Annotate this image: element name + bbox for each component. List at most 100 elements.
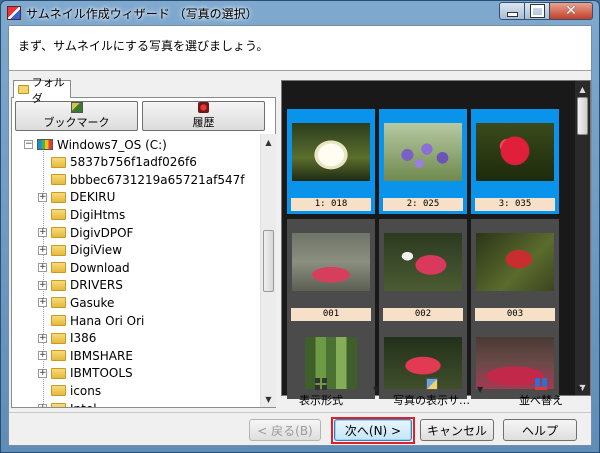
- cancel-button[interactable]: キャンセル: [420, 419, 494, 441]
- tree-item-label: 5837b756f1adf026f6: [70, 155, 197, 170]
- folder-icon: [51, 174, 66, 186]
- folder-icon: [51, 332, 66, 344]
- wizard-window: サムネイル作成ウィザード （写真の選択） ✕ まず、サムネイルにする写真を選びま…: [0, 0, 600, 453]
- tree-item-folder[interactable]: Hana Ori Ori: [38, 312, 144, 329]
- tree-item-folder[interactable]: + I386: [38, 330, 96, 347]
- tree-item-label: Intel: [70, 402, 97, 408]
- display-format-label: 表示形式: [299, 394, 343, 407]
- folder-icon: [51, 262, 66, 274]
- tree-item-label: Download: [70, 260, 130, 275]
- expand-icon[interactable]: +: [38, 333, 47, 343]
- tree-item-label: DigivDPOF: [70, 225, 134, 240]
- tree-item-label: DEKIRU: [70, 190, 116, 205]
- folder-tree: − Windows7_OS (C:) 5837b756f1adf026f6 bbbec…: [12, 134, 260, 407]
- scroll-thumb[interactable]: [263, 230, 274, 292]
- tree-item-label: DigiView: [70, 243, 123, 258]
- folder-icon: [51, 403, 66, 407]
- chevron-down-icon[interactable]: ▼: [576, 385, 582, 394]
- thumbnail-selected[interactable]: 1: 018: [287, 109, 375, 214]
- tab-folder-label: フォルダ: [31, 75, 65, 105]
- expand-icon[interactable]: +: [38, 228, 47, 237]
- scroll-thumb[interactable]: [577, 97, 588, 135]
- folder-tree-scrollbar[interactable]: ▲ ▼: [260, 134, 276, 407]
- minimize-icon: [506, 12, 518, 17]
- folder-panel: ブックマーク 履歴 − Windows7_OS (C:) 5837b756f1adf…: [11, 97, 276, 408]
- maximize-button[interactable]: [525, 2, 550, 20]
- expand-icon[interactable]: +: [38, 404, 47, 407]
- folder-icon: [51, 244, 66, 256]
- tree-item-folder[interactable]: bbbec6731219a65721af547f: [38, 171, 245, 188]
- tree-item-folder[interactable]: + DigivDPOF: [38, 224, 133, 241]
- tree-item-folder[interactable]: + Gasuke: [38, 294, 114, 311]
- photo-size-label: 写真の表示サ…: [393, 394, 470, 407]
- folder-icon: [51, 209, 66, 221]
- chevron-down-icon[interactable]: ▼: [477, 385, 483, 394]
- thumbnail[interactable]: 001: [287, 219, 375, 324]
- next-button-highlight: [331, 417, 415, 444]
- tree-item-folder[interactable]: + Intel: [38, 400, 97, 407]
- expand-icon[interactable]: +: [38, 245, 47, 255]
- tree-item-drive[interactable]: − Windows7_OS (C:): [24, 136, 167, 153]
- tree-item-folder[interactable]: + DEKIRU: [38, 189, 115, 206]
- history-icon: [198, 102, 209, 113]
- thumbnail-caption: 1: 018: [291, 198, 371, 211]
- folder-icon: [18, 85, 29, 94]
- chevron-down-icon[interactable]: ▼: [373, 385, 379, 394]
- photo-size-button[interactable]: 写真の表示サ…: [393, 378, 470, 408]
- bookmark-label: ブックマーク: [43, 116, 110, 129]
- thumbnail-scrollbar[interactable]: ▲ ▼: [575, 81, 590, 395]
- tree-item-folder[interactable]: icons: [38, 382, 101, 399]
- tree-item-label: IBMSHARE: [70, 348, 133, 363]
- expand-icon[interactable]: +: [38, 351, 47, 361]
- sort-icon: [535, 378, 547, 390]
- scroll-down-icon[interactable]: ▼: [261, 391, 276, 407]
- tree-item-folder[interactable]: + DRIVERS: [38, 277, 123, 294]
- expand-icon[interactable]: +: [38, 280, 47, 290]
- sort-button[interactable]: 並べ替え: [519, 378, 563, 408]
- scroll-up-icon[interactable]: ▲: [261, 134, 276, 150]
- thumbnail-caption: 2: 025: [383, 198, 463, 211]
- scroll-up-icon[interactable]: ▲: [575, 81, 590, 97]
- minimize-button[interactable]: [499, 2, 525, 20]
- display-format-button[interactable]: 表示形式: [299, 378, 343, 408]
- wizard-content: まず、サムネイルにする写真を選びましょう。 フォルダ ブックマーク 履歴 − Wi…: [8, 25, 592, 446]
- collapse-icon[interactable]: −: [24, 140, 33, 149]
- folder-icon: [51, 191, 66, 203]
- close-icon: ✕: [565, 3, 577, 19]
- sort-label: 並べ替え: [519, 394, 563, 407]
- bookmark-button[interactable]: ブックマーク: [15, 101, 138, 131]
- tab-folder[interactable]: フォルダ: [13, 76, 71, 105]
- tree-item-folder[interactable]: + IBMSHARE: [38, 347, 133, 364]
- tree-item-folder[interactable]: + Download: [38, 259, 130, 276]
- thumbnail-caption: 001: [291, 308, 371, 321]
- photo-image: [384, 123, 462, 181]
- history-button[interactable]: 履歴: [142, 101, 265, 131]
- expand-icon[interactable]: +: [38, 192, 47, 202]
- thumbnail-caption: 002: [383, 308, 463, 321]
- tree-item-folder[interactable]: 5837b756f1adf026f6: [38, 154, 197, 171]
- expand-icon[interactable]: +: [38, 263, 47, 273]
- tree-item-label: bbbec6731219a65721af547f: [70, 172, 245, 187]
- title-bar[interactable]: サムネイル作成ウィザード （写真の選択） ✕: [1, 1, 599, 25]
- grid-icon: [315, 378, 327, 390]
- thumbnail-selected[interactable]: 2: 025: [379, 109, 467, 214]
- tree-item-label: Gasuke: [70, 295, 115, 310]
- back-button[interactable]: < 戻る(B): [249, 419, 321, 441]
- expand-icon[interactable]: +: [38, 298, 47, 308]
- thumbnail[interactable]: 002: [379, 219, 467, 324]
- photo-image: [292, 233, 370, 291]
- folder-icon: [51, 297, 66, 309]
- view-toolbar: 表示形式 ▼ 写真の表示サ… ▼ 並べ替え ▼: [281, 378, 591, 412]
- footer-divider: [9, 412, 591, 413]
- tree-item-folder[interactable]: + DigiView: [38, 242, 122, 259]
- folder-icon: [51, 279, 66, 291]
- thumbnail-selected[interactable]: 3: 035: [471, 109, 559, 214]
- thumbnail[interactable]: 003: [471, 219, 559, 324]
- window-title: サムネイル作成ウィザード （写真の選択）: [26, 6, 258, 21]
- expand-icon[interactable]: +: [38, 368, 47, 378]
- help-button[interactable]: ヘルプ: [503, 419, 577, 441]
- close-button[interactable]: ✕: [550, 2, 593, 20]
- tree-item-folder[interactable]: + IBMTOOLS: [38, 365, 133, 382]
- tree-item-folder[interactable]: DigiHtms: [38, 206, 125, 223]
- tree-item-label: Windows7_OS (C:): [57, 137, 167, 152]
